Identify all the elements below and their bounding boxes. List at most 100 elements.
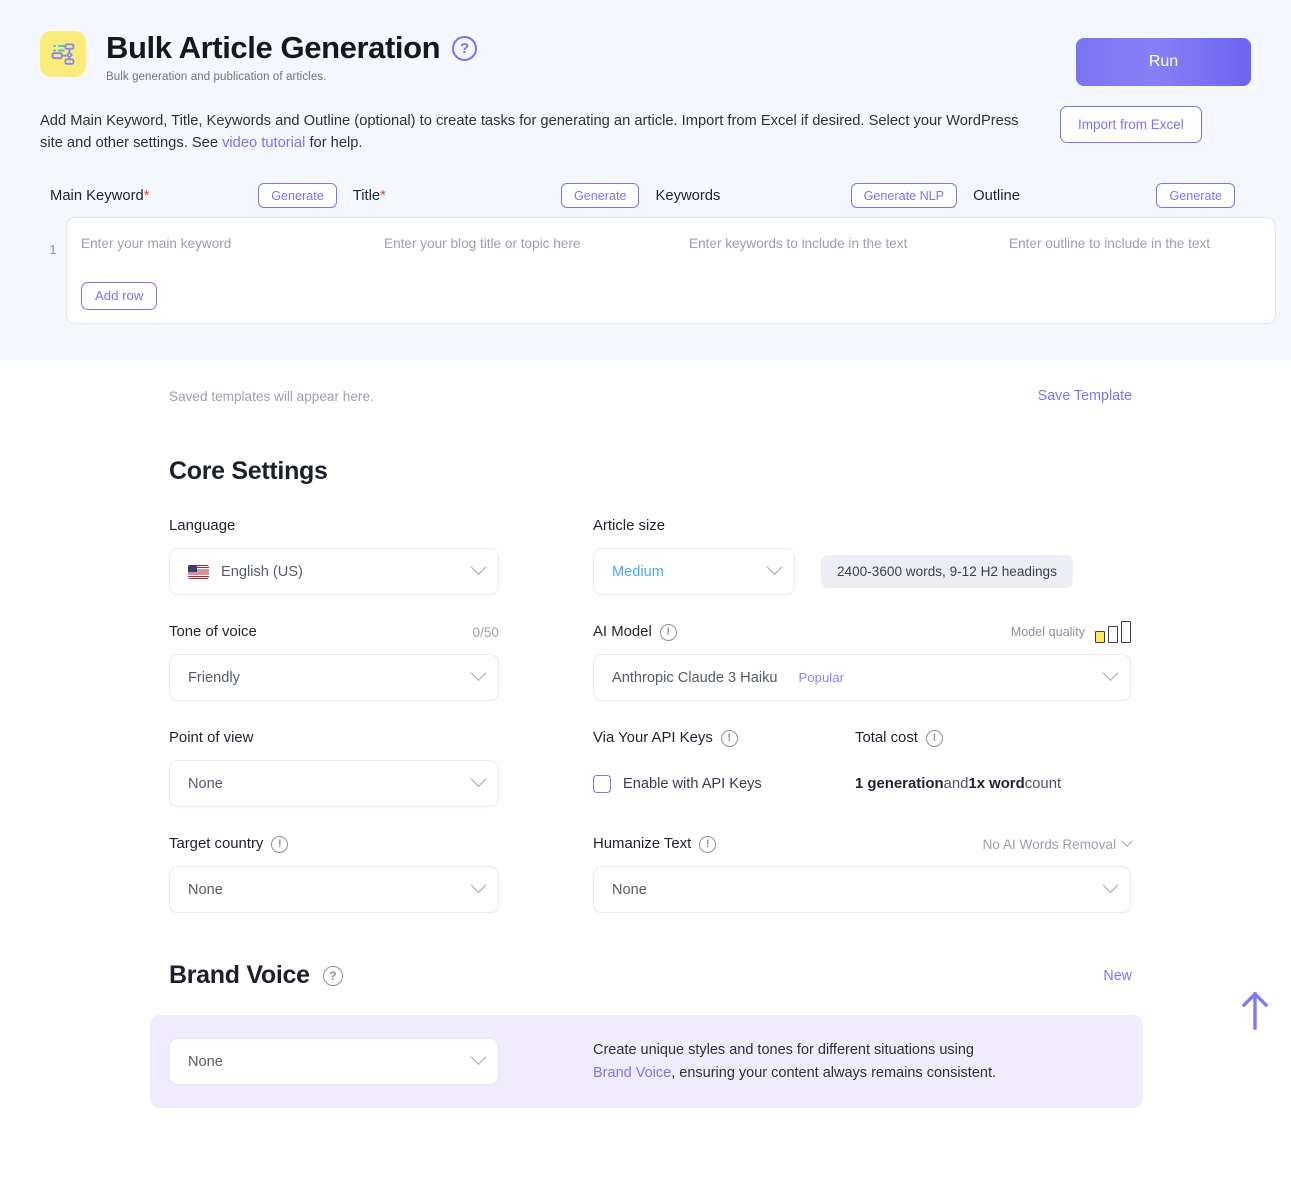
- column-header-outline: Outline Generate: [973, 183, 1251, 209]
- humanize-text-label: Humanize Text !: [593, 835, 717, 853]
- brand-voice-panel: None Create unique styles and tones for …: [150, 1015, 1143, 1108]
- ai-words-removal-value: No AI Words Removal: [982, 836, 1116, 852]
- brand-voice-link[interactable]: Brand Voice: [593, 1065, 671, 1081]
- ai-model-value: Anthropic Claude 3 Haiku: [612, 669, 778, 686]
- language-label: Language: [169, 518, 236, 534]
- language-select[interactable]: English (US): [169, 548, 499, 595]
- table-body-wrap: 1 Enter your main keyword Enter your blo…: [40, 216, 1276, 324]
- info-icon[interactable]: !: [271, 835, 289, 853]
- title-row: Bulk Article Generation ? Bulk generatio…: [40, 0, 1251, 83]
- column-header-main-keyword: Main Keyword* Generate: [50, 183, 353, 209]
- add-row-button[interactable]: Add row: [81, 281, 158, 310]
- language-value: English (US): [221, 563, 303, 580]
- info-icon[interactable]: !: [699, 835, 717, 853]
- total-cost-value: 1 generation and 1x word count: [855, 760, 1132, 807]
- templates-row: Saved templates will appear here. Save T…: [169, 360, 1132, 404]
- generate-title-button[interactable]: Generate: [560, 183, 640, 209]
- chevron-down-icon: [1102, 877, 1119, 894]
- core-settings-grid: Language English (US) Article size Mediu…: [169, 516, 1133, 913]
- brand-voice-desc-part-2: , ensuring your content always remains c…: [671, 1064, 997, 1081]
- chevron-down-icon: [470, 665, 487, 682]
- arrow-up-icon[interactable]: [1239, 990, 1271, 1030]
- question-mark-icon[interactable]: ?: [322, 965, 343, 986]
- us-flag-icon: [188, 564, 209, 579]
- chevron-down-icon: [1121, 835, 1133, 847]
- brand-voice-new-button[interactable]: New: [1103, 968, 1132, 984]
- core-settings-title: Core Settings: [169, 457, 328, 485]
- humanize-text-select[interactable]: None: [593, 866, 1131, 913]
- quality-bar-1: [1095, 631, 1105, 643]
- table-row: Enter your main keyword Enter your blog …: [66, 216, 1276, 324]
- chevron-down-icon: [470, 1049, 487, 1066]
- info-icon[interactable]: !: [720, 729, 738, 747]
- required-marker: *: [380, 187, 386, 204]
- total-cost-label: Total cost !: [855, 729, 943, 747]
- chevron-down-icon: [470, 771, 487, 788]
- humanize-text-value: None: [612, 881, 647, 898]
- tone-of-voice-value: Friendly: [188, 669, 240, 686]
- chevron-down-icon: [1102, 665, 1119, 682]
- page-title: Bulk Article Generation: [106, 30, 441, 65]
- brand-voice-header: Brand Voice ? New: [169, 961, 1132, 990]
- cost-end: count: [1024, 775, 1062, 792]
- run-button[interactable]: Run: [1076, 38, 1251, 86]
- article-size-value: Medium: [612, 563, 664, 580]
- sitemap-icon: [40, 31, 86, 77]
- article-size-select[interactable]: Medium: [593, 548, 795, 595]
- api-keys-label: Via Your API Keys !: [593, 729, 738, 747]
- model-quality-indicator: [1095, 621, 1131, 643]
- generate-outline-button[interactable]: Generate: [1156, 183, 1235, 209]
- model-quality-label: Model quality: [1010, 625, 1085, 639]
- generate-main-keyword-button[interactable]: Generate: [258, 183, 337, 209]
- enable-api-keys-row[interactable]: Enable with API Keys: [593, 760, 855, 807]
- chevron-down-icon: [766, 559, 783, 576]
- settings-row-language: Language English (US) Article size Mediu…: [169, 516, 1132, 595]
- ai-model-tag: Popular: [798, 670, 844, 685]
- info-icon[interactable]: !: [659, 623, 677, 641]
- info-icon[interactable]: !: [925, 729, 943, 747]
- brand-voice-description: Create unique styles and tones for diffe…: [593, 1039, 996, 1084]
- cost-generations: 1 generation: [855, 775, 944, 792]
- settings-row-point-of-view: Point of view None Via Your API Keys ! E…: [169, 728, 1132, 807]
- chevron-down-icon: [470, 877, 487, 894]
- row-number: 1: [49, 242, 57, 257]
- title-input[interactable]: Enter your blog title or topic here: [370, 236, 675, 323]
- cost-mid: and: [943, 775, 969, 792]
- chevron-down-icon: [470, 559, 487, 576]
- column-label: Keywords: [655, 187, 721, 204]
- article-size-hint: 2400-3600 words, 9-12 H2 headings: [821, 555, 1073, 588]
- outline-input[interactable]: Enter outline to include in the text: [995, 236, 1275, 323]
- description-part-2: for help.: [305, 134, 363, 151]
- description-row: Add Main Keyword, Title, Keywords and Ou…: [40, 105, 1251, 154]
- cost-word-multiplier: 1x word: [968, 775, 1025, 792]
- ai-model-select[interactable]: Anthropic Claude 3 Haiku Popular: [593, 654, 1131, 701]
- quality-bar-2: [1108, 626, 1118, 643]
- brand-voice-select[interactable]: None: [169, 1038, 499, 1085]
- enable-api-keys-label: Enable with API Keys: [623, 775, 762, 792]
- tone-counter: 0/50: [472, 624, 499, 640]
- keywords-input[interactable]: Enter keywords to include in the text: [675, 236, 995, 323]
- enable-api-keys-checkbox[interactable]: [593, 774, 611, 793]
- column-header-keywords: Keywords Generate NLP: [655, 183, 973, 209]
- quality-bar-3: [1121, 621, 1131, 643]
- target-country-label: Target country !: [169, 835, 289, 853]
- page-header-panel: Bulk Article Generation ? Bulk generatio…: [0, 0, 1291, 360]
- point-of-view-value: None: [188, 775, 223, 792]
- question-mark-icon[interactable]: ?: [452, 35, 478, 61]
- settings-row-tone: Tone of voice 0/50 Friendly AI Model ! M…: [169, 621, 1132, 701]
- save-template-button[interactable]: Save Template: [1038, 388, 1132, 404]
- column-header-title: Title* Generate: [353, 183, 656, 209]
- generate-nlp-button[interactable]: Generate NLP: [850, 183, 958, 209]
- tone-of-voice-select[interactable]: Friendly: [169, 654, 499, 701]
- ai-words-removal-select[interactable]: No AI Words Removal: [982, 835, 1133, 852]
- column-label: Main Keyword*: [50, 187, 150, 204]
- settings-row-target-country: Target country ! None Humanize Text ! No…: [169, 834, 1133, 913]
- point-of-view-label: Point of view: [169, 730, 254, 746]
- brand-voice-value: None: [188, 1053, 223, 1070]
- description-part-1: Add Main Keyword, Title, Keywords and Ou…: [40, 112, 1019, 151]
- video-tutorial-link[interactable]: video tutorial: [222, 135, 305, 151]
- brand-voice-desc-part-1: Create unique styles and tones for diffe…: [593, 1042, 974, 1059]
- import-from-excel-button[interactable]: Import from Excel: [1060, 105, 1202, 143]
- target-country-select[interactable]: None: [169, 866, 499, 913]
- point-of-view-select[interactable]: None: [169, 760, 499, 807]
